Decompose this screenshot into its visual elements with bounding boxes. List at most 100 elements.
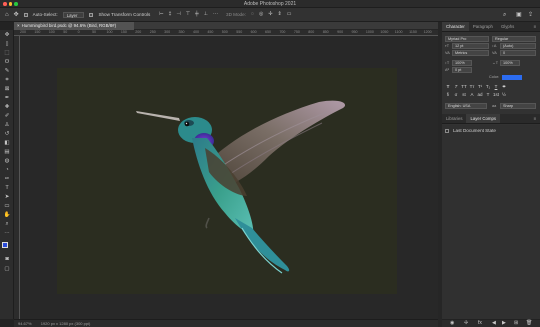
faux-italic-button[interactable]: T [453,84,459,90]
frame-tool-icon[interactable]: ⊠ [4,86,11,93]
screen-mode-icon[interactable]: ▢ [4,266,11,273]
vertical-scale-field[interactable]: 100% [452,60,472,66]
panel-menu-icon[interactable]: ≡ [529,114,540,123]
path-selection-tool-icon[interactable]: ➤ [4,194,11,201]
leading-field[interactable]: (Auto) [500,43,536,49]
zoom-level[interactable]: 94.67% [18,321,32,326]
titling-button[interactable]: ad [477,92,483,98]
auto-select-checkbox[interactable] [23,12,28,17]
tab-layer-comps[interactable]: Layer Comps [466,114,501,123]
zoom-tool-icon[interactable]: ⌕ [4,221,11,228]
quick-selection-tool-icon[interactable]: ✎ [4,68,11,75]
lower-panel-tabs: Libraries Layer Comps ≡ [442,114,540,124]
tab-character[interactable]: Character [442,22,469,31]
tab-paragraph[interactable]: Paragraph [469,22,497,31]
ruler-tick-label: 550 [236,30,243,34]
artboard-tool-icon[interactable]: ▯ [4,41,11,48]
small-caps-button[interactable]: Tт [469,84,475,90]
ruler-tick-label: 1100 [394,30,403,34]
3d-orbit-icon[interactable]: ◌ [251,12,254,17]
history-brush-tool-icon[interactable]: ↺ [4,131,11,138]
superscript-button[interactable]: T¹ [477,84,483,90]
swash-button[interactable]: A [469,92,475,98]
align-middle-icon[interactable]: ╪ [195,12,199,17]
move-tool-icon[interactable]: ✥ [4,32,11,39]
appearance-icon[interactable]: fx [478,321,482,326]
language-select[interactable]: English: USA [445,103,487,109]
workspace-icon[interactable]: ▣ [516,12,522,18]
dodge-tool-icon[interactable]: ◔ [4,167,11,174]
auto-select-dropdown[interactable]: Layer [62,11,85,18]
align-left-icon[interactable]: ⊢ [159,12,163,17]
3d-scale-icon[interactable]: ▭ [287,12,292,17]
lasso-tool-icon[interactable]: ʘ [4,59,11,66]
tab-close-icon[interactable]: × [17,23,20,28]
discretionary-ligatures-button[interactable]: σ [453,92,459,98]
blur-tool-icon[interactable]: ◍ [4,158,11,165]
previous-comp-icon[interactable]: ◀ [492,321,496,326]
eraser-tool-icon[interactable]: ◧ [4,140,11,147]
panel-menu-icon[interactable]: ≡ [529,22,540,31]
horizontal-scale-field[interactable]: 100% [500,60,520,66]
stylistic-set-button[interactable]: T [485,92,491,98]
document-tab[interactable]: × Hummingbird bird.psdc @ 94.6% (Bird, RG… [14,22,134,30]
eyedropper-tool-icon[interactable]: ✒ [4,95,11,102]
faux-bold-button[interactable]: T [445,84,451,90]
underline-button[interactable]: T [493,84,499,90]
pen-tool-icon[interactable]: ✑ [4,176,11,183]
clone-stamp-tool-icon[interactable]: ♙ [4,122,11,129]
search-icon[interactable]: ⌕ [503,12,506,18]
ruler-tick-label: 650 [265,30,272,34]
position-icon[interactable]: ✢ [464,321,468,326]
show-transform-checkbox[interactable] [89,12,94,17]
all-caps-button[interactable]: TT [461,84,467,90]
healing-brush-tool-icon[interactable]: ✚ [4,104,11,111]
tab-libraries[interactable]: Libraries [442,114,466,123]
baseline-shift-field[interactable]: 0 pt [452,67,472,73]
next-comp-icon[interactable]: ▶ [502,321,506,326]
crop-tool-icon[interactable]: ⌗ [4,77,11,84]
tab-glyphs[interactable]: Glyphs [497,22,518,31]
antialias-select[interactable]: Sharp [500,103,536,109]
type-tool-icon[interactable]: T [4,185,11,192]
ruler-tick-label: 950 [351,30,358,34]
brush-tool-icon[interactable]: ✐ [4,113,11,120]
delete-comp-icon[interactable]: 🗑 [526,321,532,326]
stylistic-alternates-button[interactable]: st [461,92,467,98]
align-top-icon[interactable]: ⊤ [186,12,190,17]
align-center-icon[interactable]: ‡ [169,12,172,17]
more-options-icon[interactable]: ··· [213,12,218,17]
font-family-select[interactable]: Myriad Pro [445,36,489,42]
kerning-field[interactable]: Metrics [452,50,489,56]
gradient-tool-icon[interactable]: ▤ [4,149,11,156]
3d-pan-icon[interactable]: ✢ [268,12,272,17]
text-color-swatch[interactable] [502,75,522,80]
document-canvas[interactable] [57,68,397,294]
subscript-button[interactable]: T₁ [485,84,491,90]
strikethrough-button[interactable]: T [501,84,507,90]
new-comp-icon[interactable]: ⊞ [514,321,518,326]
comp-state-icon[interactable] [445,128,449,133]
home-icon[interactable]: ⌂ [5,12,9,18]
hand-tool-icon[interactable]: ✋ [4,212,11,219]
layer-comp-row[interactable]: Last Document State [445,128,496,133]
visibility-icon[interactable]: ◉ [450,321,454,326]
more-tools-icon[interactable]: ··· [4,230,11,237]
marquee-tool-icon[interactable]: ⬚ [4,50,11,57]
foreground-color-swatch[interactable] [2,242,8,248]
ruler-tick-label: 350 [178,30,185,34]
ligatures-button[interactable]: fi [445,92,451,98]
align-right-icon[interactable]: ⊣ [176,12,180,17]
rectangle-tool-icon[interactable]: ▭ [4,203,11,210]
align-bottom-icon[interactable]: ⊥ [204,12,208,17]
share-icon[interactable]: ⇪ [528,12,533,18]
font-style-select[interactable]: Regular [492,36,536,42]
3d-roll-icon[interactable]: ◎ [259,12,263,17]
move-tool-icon[interactable]: ✥ [14,12,19,18]
tracking-field[interactable]: 0 [500,50,536,56]
3d-slide-icon[interactable]: ⇕ [278,12,282,17]
fractions-button[interactable]: ½ [501,92,507,98]
ordinals-button[interactable]: 1st [493,92,499,98]
font-size-field[interactable]: 12 pt [452,43,489,49]
quick-mask-icon[interactable]: ◙ [4,256,11,263]
